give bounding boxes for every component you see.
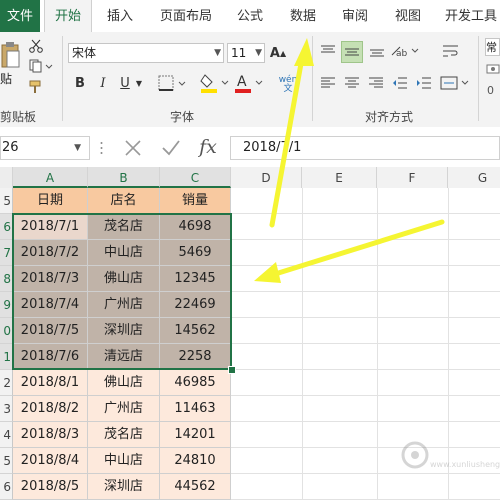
arrow-to-selection [269, 219, 445, 278]
annotation-arrows [254, 38, 445, 283]
arrow-head-left [254, 262, 281, 283]
arrow-head-up [294, 38, 314, 66]
arrow-to-data-tab [269, 55, 305, 228]
